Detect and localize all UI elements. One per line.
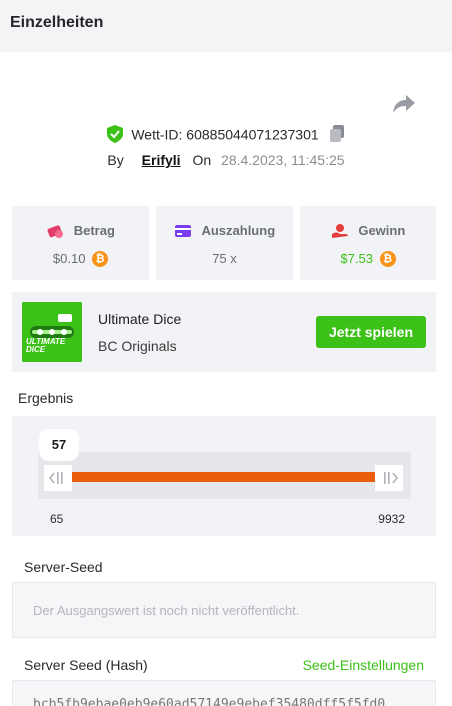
bet-byline: By Erifyli On 28.4.2023, 11:45:25 [0, 152, 452, 168]
stat-card-betrag: Betrag $0.10 ₿ [12, 206, 149, 280]
server-seed-hash-box: bcb5fb9ebae0eb9e60ad57149e9ebef35480dff5… [12, 680, 436, 706]
on-label: On [192, 152, 212, 168]
server-seed-placeholder: Der Ausgangswert ist noch nicht veröffen… [33, 603, 300, 618]
page-title: Einzelheiten [10, 14, 104, 31]
game-name: Ultimate Dice [98, 311, 182, 327]
bitcoin-icon: ₿ [92, 250, 109, 267]
seed-settings-link[interactable]: Seed-Einstellungen [303, 657, 424, 673]
profit-hand-icon [331, 223, 349, 239]
server-seed-label: Server-Seed [24, 559, 103, 575]
by-label: By [107, 152, 124, 168]
shield-check-icon [107, 125, 124, 144]
game-card: ULTIMATE DICE Ultimate Dice BC Originals… [12, 292, 436, 372]
bet-id-text: Wett-ID: 60885044071237301 [131, 126, 319, 143]
stat-value-auszahlung: 75 x [212, 251, 237, 267]
username-link[interactable]: Erifyli [142, 152, 181, 168]
result-label: Ergebnis [18, 390, 74, 406]
stat-label-auszahlung: Auszahlung [201, 223, 276, 239]
play-now-button[interactable]: Jetzt spielen [316, 316, 426, 348]
share-icon[interactable] [392, 93, 416, 115]
bet-id-row: Wett-ID: 60885044071237301 [0, 125, 452, 144]
stat-value-betrag: $0.10 [52, 251, 86, 267]
result-value-badge: 57 [39, 429, 79, 461]
stat-value-gewinn: $7.53 [340, 251, 373, 267]
result-panel: 57 65 9932 [12, 416, 436, 536]
server-seed-hash-label: Server Seed (Hash) [24, 657, 148, 673]
game-thumbnail-label: ULTIMATE DICE [26, 337, 66, 354]
server-seed-hash-value: bcb5fb9ebae0eb9e60ad57149e9ebef35480dff5… [33, 697, 386, 706]
stat-label-gewinn: Gewinn [358, 223, 406, 239]
range-max-value: 9932 [378, 512, 405, 526]
copy-icon[interactable] [329, 125, 345, 143]
card-icon [174, 223, 192, 239]
range-min-value: 65 [50, 512, 64, 526]
slider-handle-right[interactable] [375, 465, 403, 491]
slider-handle-left[interactable] [44, 465, 72, 491]
bet-amount-icon [46, 223, 64, 239]
game-thumbnail[interactable]: ULTIMATE DICE [22, 302, 82, 362]
stat-card-gewinn: Gewinn $7.53 ₿ [300, 206, 436, 280]
header-bar: Einzelheiten [0, 0, 452, 52]
result-slider-track [38, 452, 411, 499]
result-slider-fill [72, 472, 375, 482]
game-provider: BC Originals [98, 338, 177, 354]
server-seed-box: Der Ausgangswert ist noch nicht veröffen… [12, 582, 436, 638]
stat-label-betrag: Betrag [73, 223, 115, 239]
bet-date: 28.4.2023, 11:45:25 [221, 152, 345, 168]
stat-card-auszahlung: Auszahlung 75 x [156, 206, 293, 280]
bitcoin-icon: ₿ [379, 250, 396, 267]
